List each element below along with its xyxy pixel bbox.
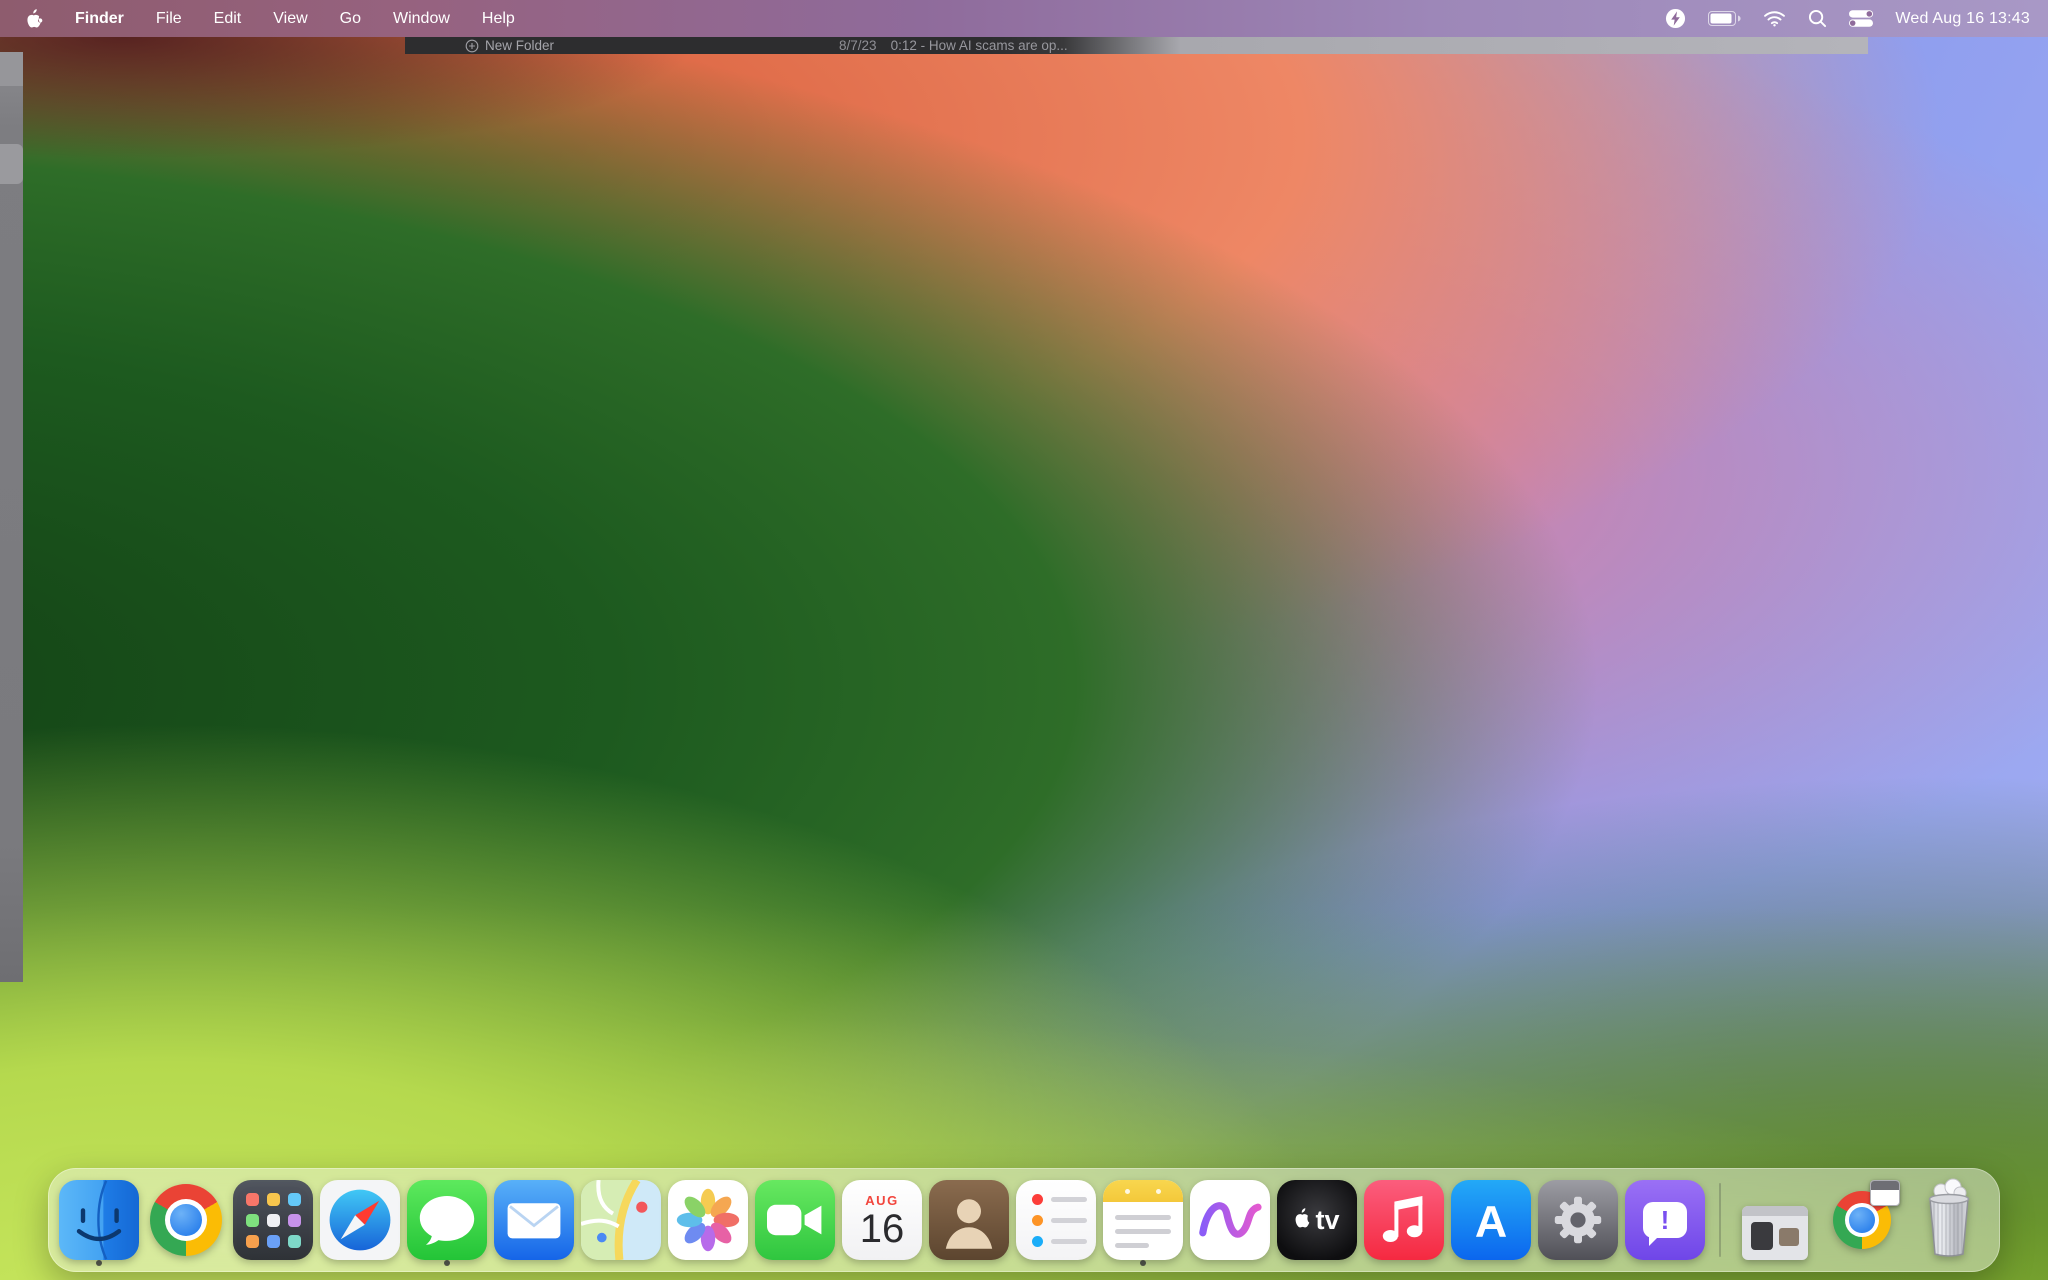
menu-help[interactable]: Help (482, 10, 515, 28)
app-menu-finder[interactable]: Finder (75, 10, 124, 28)
dock-item-facetime[interactable] (755, 1172, 835, 1268)
dock-item-freeform[interactable] (1190, 1172, 1270, 1268)
dock-item-mail[interactable] (494, 1172, 574, 1268)
dock-item-calendar[interactable]: AUG 16 (842, 1172, 922, 1268)
dock-item-app-store[interactable]: A (1451, 1172, 1531, 1268)
facetime-icon (755, 1180, 835, 1260)
dock-item-chrome[interactable] (146, 1172, 226, 1268)
background-window-edge-highlight (0, 52, 23, 86)
desktop-wallpaper (0, 37, 2048, 1280)
calendar-icon: AUG 16 (842, 1180, 922, 1260)
tv-label: tv (1315, 1205, 1339, 1236)
menu-bar-left: Finder File Edit View Go Window Help (0, 9, 515, 29)
plus-circle-icon (465, 39, 479, 53)
menu-bar-status: Wed Aug 16 13:43 (1665, 8, 2048, 29)
running-indicator (96, 1260, 102, 1266)
apple-logo-icon (26, 9, 43, 29)
calendar-day-label: 16 (860, 1209, 905, 1249)
menu-file[interactable]: File (156, 10, 182, 28)
reminders-icon (1016, 1180, 1096, 1260)
apple-menu[interactable] (26, 9, 43, 29)
running-indicator (444, 1260, 450, 1266)
wifi-icon[interactable] (1763, 10, 1786, 27)
dock-item-contacts[interactable] (929, 1172, 1009, 1268)
dock-item-finder[interactable] (59, 1172, 139, 1268)
minimized-chrome-window-icon (1822, 1180, 1902, 1260)
control-center-icon[interactable] (1849, 10, 1873, 27)
freeform-icon (1190, 1180, 1270, 1260)
trash-full-icon (1909, 1180, 1989, 1260)
photos-icon (668, 1180, 748, 1260)
macos-desktop: New Folder 8/7/23 0:12 - How AI scams ar… (0, 0, 2048, 1280)
window-badge-icon (1870, 1180, 1900, 1206)
menubar-clock[interactable]: Wed Aug 16 13:43 (1895, 10, 2030, 28)
dock-separator (1719, 1183, 1721, 1257)
dock-item-reminders[interactable] (1016, 1172, 1096, 1268)
chrome-icon (146, 1180, 226, 1260)
spotlight-icon[interactable] (1808, 9, 1827, 28)
notes-icon (1103, 1180, 1183, 1260)
app-store-letter: A (1475, 1197, 1507, 1247)
minimized-window-thumbnail (1735, 1180, 1815, 1260)
dock-item-safari[interactable] (320, 1172, 400, 1268)
apple-tv-icon: tv (1277, 1180, 1357, 1260)
menu-go[interactable]: Go (340, 10, 361, 28)
file-row[interactable]: 8/7/23 0:12 - How AI scams are op... (839, 38, 1068, 53)
menu-window[interactable]: Window (393, 10, 450, 28)
feedback-exclamation: ! (1661, 1207, 1670, 1233)
dock-item-notes[interactable] (1103, 1172, 1183, 1268)
power-bolt-icon[interactable] (1665, 8, 1686, 29)
new-folder-label: New Folder (485, 38, 554, 53)
file-date: 8/7/23 (839, 38, 877, 53)
background-window-left-edge (0, 52, 23, 982)
music-icon (1364, 1180, 1444, 1260)
contacts-icon (929, 1180, 1009, 1260)
dock-item-system-settings[interactable] (1538, 1172, 1618, 1268)
safari-icon (320, 1180, 400, 1260)
background-window-toolbar: New Folder 8/7/23 0:12 - How AI scams ar… (405, 37, 1868, 54)
dock-item-messages[interactable] (407, 1172, 487, 1268)
dock: AUG 16 (48, 1168, 2000, 1272)
menu-view[interactable]: View (273, 10, 307, 28)
dock-item-launchpad[interactable] (233, 1172, 313, 1268)
messages-icon (407, 1180, 487, 1260)
mail-icon (494, 1180, 574, 1260)
running-indicator (1140, 1260, 1146, 1266)
menu-edit[interactable]: Edit (214, 10, 242, 28)
feedback-assistant-icon: ! (1625, 1180, 1705, 1260)
apple-logo-small-icon (1294, 1208, 1312, 1229)
dock-item-maps[interactable] (581, 1172, 661, 1268)
file-name: 0:12 - How AI scams are op... (891, 38, 1068, 53)
speech-bubble-icon: ! (1643, 1202, 1687, 1238)
dock-item-feedback-assistant[interactable]: ! (1625, 1172, 1705, 1268)
calendar-month-label: AUG (865, 1193, 898, 1208)
system-settings-icon (1538, 1180, 1618, 1260)
battery-icon[interactable] (1708, 11, 1741, 26)
launchpad-icon (233, 1180, 313, 1260)
dock-item-minimized-window[interactable] (1735, 1172, 1815, 1268)
dock-item-music[interactable] (1364, 1172, 1444, 1268)
dock-item-apple-tv[interactable]: tv (1277, 1172, 1357, 1268)
maps-icon (581, 1180, 661, 1260)
dock-item-trash[interactable] (1909, 1172, 1989, 1268)
menu-bar: Finder File Edit View Go Window Help (0, 0, 2048, 37)
dock-item-minimized-chrome-window[interactable] (1822, 1172, 1902, 1268)
dock-item-photos[interactable] (668, 1172, 748, 1268)
background-window-sidebar-item-edge (0, 144, 23, 184)
new-folder-button[interactable]: New Folder (465, 38, 554, 53)
app-store-icon: A (1451, 1180, 1531, 1260)
finder-icon (59, 1180, 139, 1260)
